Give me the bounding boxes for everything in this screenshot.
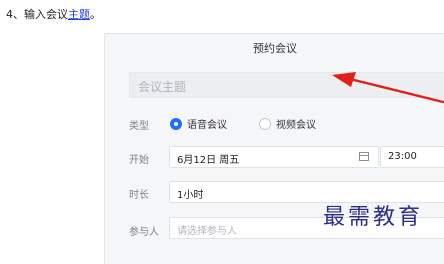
voice-meeting-radio[interactable]: 语音会议: [170, 116, 227, 131]
participants-placeholder: 请选择参与人: [177, 226, 237, 237]
participants-label: 参与人: [129, 227, 159, 238]
dialog-title: 预约会议: [253, 42, 297, 55]
start-time-value: 23:00: [388, 151, 417, 162]
step-number: 4、: [6, 8, 24, 21]
red-pointer-arrow-icon: [332, 72, 444, 104]
start-date-field[interactable]: 6月12日 周五: [169, 146, 379, 168]
start-label: 开始: [129, 155, 149, 166]
step-instruction: 4、输入会议主题。: [6, 6, 101, 22]
radio-unselected-icon: [259, 117, 271, 130]
start-date-value: 6月12日 周五: [177, 155, 240, 166]
radio-selected-icon: [170, 117, 182, 130]
step-end: 。: [90, 8, 101, 21]
duration-value: 1小时: [177, 190, 204, 201]
type-label: 类型: [129, 121, 149, 132]
video-meeting-radio[interactable]: 视频会议: [259, 116, 316, 131]
step-text: 输入会议: [24, 8, 68, 21]
duration-label: 时长: [129, 190, 149, 201]
start-time-field[interactable]: 23:00: [380, 146, 444, 168]
topic-link[interactable]: 主题: [68, 8, 90, 21]
video-meeting-label: 视频会议: [276, 120, 316, 131]
watermark-logo: 最需教育: [323, 205, 424, 230]
voice-meeting-label: 语音会议: [187, 120, 227, 131]
calendar-icon[interactable]: [359, 152, 369, 161]
